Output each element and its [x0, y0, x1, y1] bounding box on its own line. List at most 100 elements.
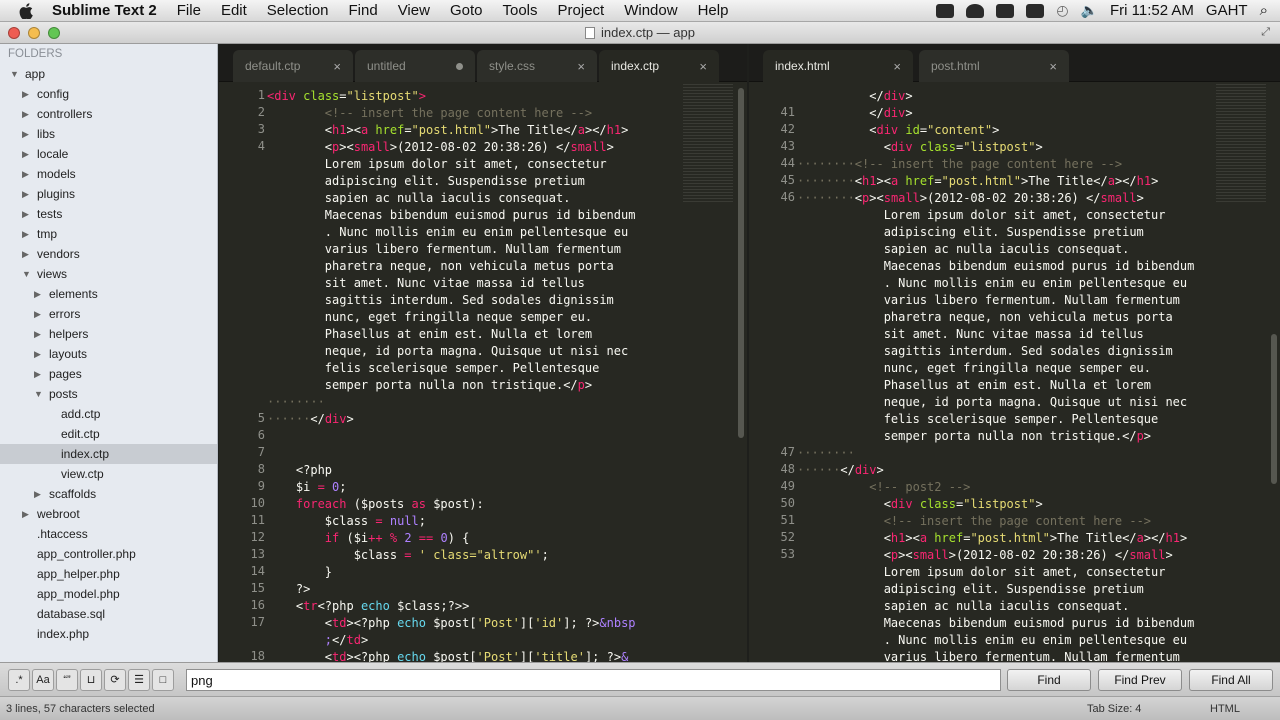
code-line[interactable]: sapien ac nulla iaculis consequat.: [267, 190, 571, 207]
menu-file[interactable]: File: [167, 2, 211, 19]
sidebar-item-pages[interactable]: ▶ pages: [0, 364, 217, 384]
code-line[interactable]: . Nunc mollis enim eu enim pellentesque …: [797, 275, 1187, 292]
menu-find[interactable]: Find: [339, 2, 388, 19]
close-tab-icon[interactable]: ×: [893, 59, 901, 74]
right-editor-pane[interactable]: index.html × post.html × 41 42 43 44 45 46 47 48 49…: [749, 44, 1280, 662]
disclosure-closed-icon[interactable]: ▶: [34, 284, 46, 304]
code-line[interactable]: varius libero fermentum. Nullam fermentu…: [797, 292, 1180, 309]
code-line[interactable]: <td><?php echo $post['Post']['id']; ?>&n…: [267, 615, 636, 632]
left-minimap[interactable]: [683, 84, 733, 204]
code-line[interactable]: Lorem ipsum dolor sit amet, consectetur: [797, 207, 1166, 224]
notification-icon[interactable]: [966, 3, 985, 18]
menu-tools[interactable]: Tools: [492, 2, 547, 19]
close-tab-icon[interactable]: ×: [699, 59, 707, 74]
code-line[interactable]: neque, id porta magna. Quisque ut nisi n…: [797, 394, 1187, 411]
code-line[interactable]: <div id="content">: [797, 122, 999, 139]
find-prev-button[interactable]: Find Prev: [1098, 669, 1182, 691]
disclosure-closed-icon[interactable]: ▶: [34, 304, 46, 324]
code-line[interactable]: foreach ($posts as $post):: [267, 496, 484, 513]
code-line[interactable]: <div class="listpost">: [797, 139, 1043, 156]
code-line[interactable]: ;</td>: [267, 632, 368, 649]
sidebar-item-app-helper-php[interactable]: app_helper.php: [0, 564, 217, 584]
disclosure-open-icon[interactable]: ▼: [10, 64, 22, 84]
tab-size[interactable]: Tab Size: 4: [1087, 703, 1141, 715]
code-line[interactable]: ········<!-- insert the page content her…: [797, 156, 1122, 173]
disclosure-closed-icon[interactable]: ▶: [22, 124, 34, 144]
disclosure-closed-icon[interactable]: ▶: [34, 324, 46, 344]
code-line[interactable]: semper porta nulla non tristique.</p>: [797, 428, 1151, 445]
sidebar-item-webroot[interactable]: ▶ webroot: [0, 504, 217, 524]
left-editor-pane[interactable]: default.ctp × untitled style.css × index.ctp ×…: [219, 44, 747, 662]
code-line[interactable]: nunc, eget fringilla neque semper eu.: [797, 360, 1151, 377]
code-line[interactable]: sapien ac nulla iaculis consequat.: [797, 241, 1130, 258]
disclosure-closed-icon[interactable]: ▶: [22, 204, 34, 224]
menu-project[interactable]: Project: [548, 2, 615, 19]
tab-index-html[interactable]: index.html ×: [763, 50, 913, 82]
find-all-button[interactable]: Find All: [1189, 669, 1273, 691]
time-machine-icon[interactable]: ◴: [1056, 2, 1068, 19]
code-line[interactable]: Lorem ipsum dolor sit amet, consectetur: [797, 564, 1166, 581]
code-line[interactable]: <div class="listpost">: [797, 496, 1043, 513]
code-line[interactable]: neque, id porta magna. Quisque ut nisi n…: [267, 343, 628, 360]
sidebar-item-index-php[interactable]: index.php: [0, 624, 217, 644]
right-minimap[interactable]: [1216, 84, 1266, 204]
zoom-window-button[interactable]: [48, 27, 60, 39]
menu-selection[interactable]: Selection: [257, 2, 339, 19]
code-line[interactable]: ········: [267, 394, 325, 411]
whole-word-toggle[interactable]: “”: [56, 668, 78, 691]
find-input[interactable]: [186, 669, 1001, 691]
sidebar-item-plugins[interactable]: ▶ plugins: [0, 184, 217, 204]
code-line[interactable]: Maecenas bibendum euismod purus id biben…: [797, 615, 1195, 632]
keyboard-icon[interactable]: [996, 3, 1015, 18]
code-line[interactable]: <div class="listpost">: [267, 88, 426, 105]
code-line[interactable]: pharetra neque, non vehicula metus porta: [797, 309, 1173, 326]
code-line[interactable]: <!-- post2 -->: [797, 479, 970, 496]
fullscreen-icon[interactable]: ⤢: [1261, 26, 1270, 39]
sidebar-item-database-sql[interactable]: database.sql: [0, 604, 217, 624]
code-line[interactable]: felis scelerisque semper. Pellentesque: [797, 411, 1159, 428]
code-line[interactable]: <td><?php echo $post['Post']['title']; ?…: [267, 649, 629, 662]
volume-icon[interactable]: 🔈: [1081, 2, 1098, 19]
code-line[interactable]: ?>: [267, 581, 310, 598]
menu-goto[interactable]: Goto: [440, 2, 493, 19]
code-line[interactable]: <!-- insert the page content here -->: [797, 513, 1151, 530]
code-line[interactable]: Maecenas bibendum euismod purus id biben…: [267, 207, 636, 224]
sidebar-item-index-ctp[interactable]: index.ctp: [0, 444, 217, 464]
sidebar-item-locale[interactable]: ▶ locale: [0, 144, 217, 164]
sidebar-item-app[interactable]: ▼ app: [0, 64, 217, 84]
code-line[interactable]: . Nunc mollis enim eu enim pellentesque …: [267, 224, 628, 241]
code-line[interactable]: sagittis interdum. Sed sodales dignissim: [267, 292, 614, 309]
minimize-window-button[interactable]: [28, 27, 40, 39]
disclosure-closed-icon[interactable]: ▶: [22, 184, 34, 204]
code-line[interactable]: nunc, eget fringilla neque semper eu.: [267, 309, 592, 326]
sidebar-item-app-controller-php[interactable]: app_controller.php: [0, 544, 217, 564]
disclosure-closed-icon[interactable]: ▶: [22, 84, 34, 104]
disclosure-open-icon[interactable]: ▼: [34, 384, 46, 404]
tab-default-ctp[interactable]: default.ctp ×: [233, 50, 353, 82]
sidebar-item-layouts[interactable]: ▶ layouts: [0, 344, 217, 364]
disclosure-closed-icon[interactable]: ▶: [34, 344, 46, 364]
sidebar-item-controllers[interactable]: ▶ controllers: [0, 104, 217, 124]
menu-view[interactable]: View: [388, 2, 440, 19]
code-line[interactable]: </div>: [797, 88, 912, 105]
code-line[interactable]: <h1><a href="post.html">The Title</a></h…: [267, 122, 629, 139]
unsaved-dot-icon[interactable]: [456, 62, 463, 70]
case-toggle[interactable]: Aa: [32, 668, 54, 691]
code-line[interactable]: Phasellus at enim est. Nulla et lorem: [267, 326, 592, 343]
code-line[interactable]: sagittis interdum. Sed sodales dignissim: [797, 343, 1173, 360]
code-line[interactable]: <tr<?php echo $class;?>>: [267, 598, 469, 615]
clock[interactable]: Fri 11:52 AM: [1110, 2, 1194, 19]
code-line[interactable]: adipiscing elit. Suspendisse pretium: [797, 224, 1144, 241]
code-line[interactable]: <p><small>(2012-08-02 20:38:26) </small>: [267, 139, 614, 156]
wrap-toggle[interactable]: ⊔: [80, 668, 102, 691]
code-line[interactable]: Phasellus at enim est. Nulla et lorem: [797, 377, 1151, 394]
sidebar-item-vendors[interactable]: ▶ vendors: [0, 244, 217, 264]
spotlight-search-icon[interactable]: ⌕: [1260, 2, 1268, 19]
code-line[interactable]: pharetra neque, non vehicula metus porta: [267, 258, 614, 275]
highlight-toggle[interactable]: ☰: [128, 668, 150, 691]
code-line[interactable]: <h1><a href="post.html">The Title</a></h…: [797, 530, 1188, 547]
tab-index-ctp[interactable]: index.ctp ×: [599, 50, 719, 82]
code-line[interactable]: ········<p><small>(2012-08-02 20:38:26) …: [797, 190, 1144, 207]
sidebar-item-views[interactable]: ▼ views: [0, 264, 217, 284]
code-line[interactable]: $class = ' class="altrow"';: [267, 547, 549, 564]
